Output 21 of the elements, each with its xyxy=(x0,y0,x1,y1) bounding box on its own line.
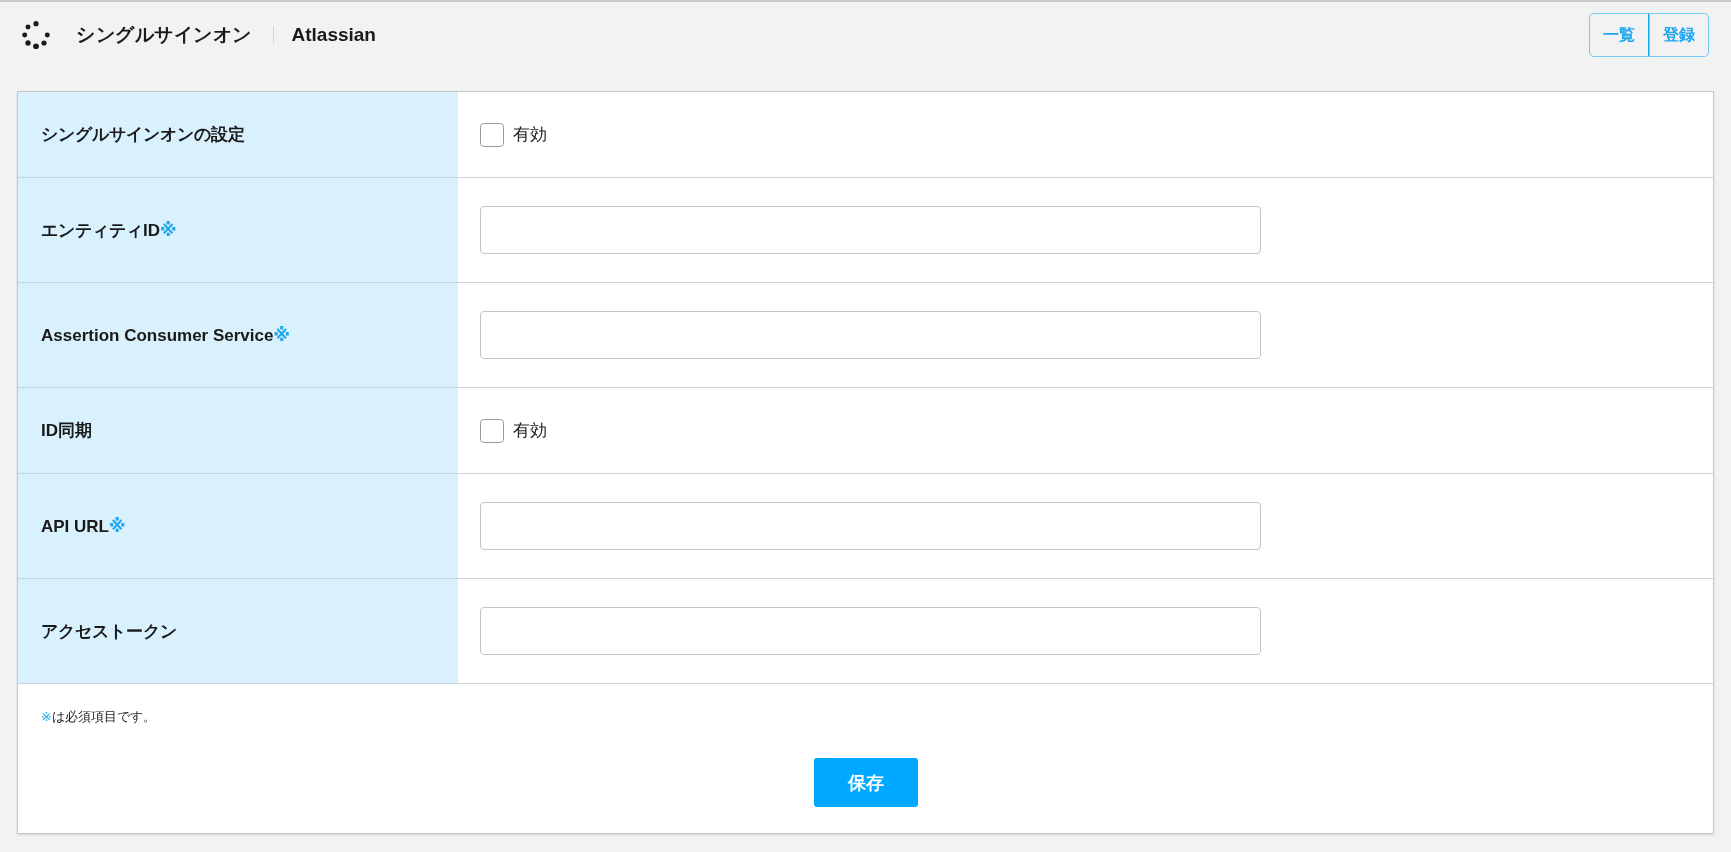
register-button[interactable]: 登録 xyxy=(1648,13,1709,57)
input-field[interactable] xyxy=(480,311,1261,359)
input-field[interactable] xyxy=(480,502,1261,550)
spinner-logo-icon xyxy=(22,21,50,49)
field-label: Assertion Consumer Service※ xyxy=(41,324,290,346)
field-label: エンティティID※ xyxy=(41,219,177,242)
checkbox[interactable] xyxy=(480,418,504,443)
checkbox[interactable] xyxy=(480,122,504,147)
app-title: シングルサインオン xyxy=(76,23,252,47)
required-note: ※は必須項目です。 xyxy=(41,709,157,725)
input-field[interactable] xyxy=(480,206,1261,254)
field-label: シングルサインオンの設定 xyxy=(41,124,245,146)
checkbox-label: 有効 xyxy=(513,124,547,146)
save-button[interactable]: 保存 xyxy=(813,758,918,807)
field-label: ID同期 xyxy=(41,420,92,442)
input-field[interactable] xyxy=(480,607,1261,655)
checkbox-label: 有効 xyxy=(513,420,547,442)
service-name: Atlassian xyxy=(291,24,376,46)
field-label: アクセストークン xyxy=(41,620,177,643)
field-label: API URL※ xyxy=(41,515,126,537)
list-button[interactable]: 一覧 xyxy=(1588,13,1650,57)
